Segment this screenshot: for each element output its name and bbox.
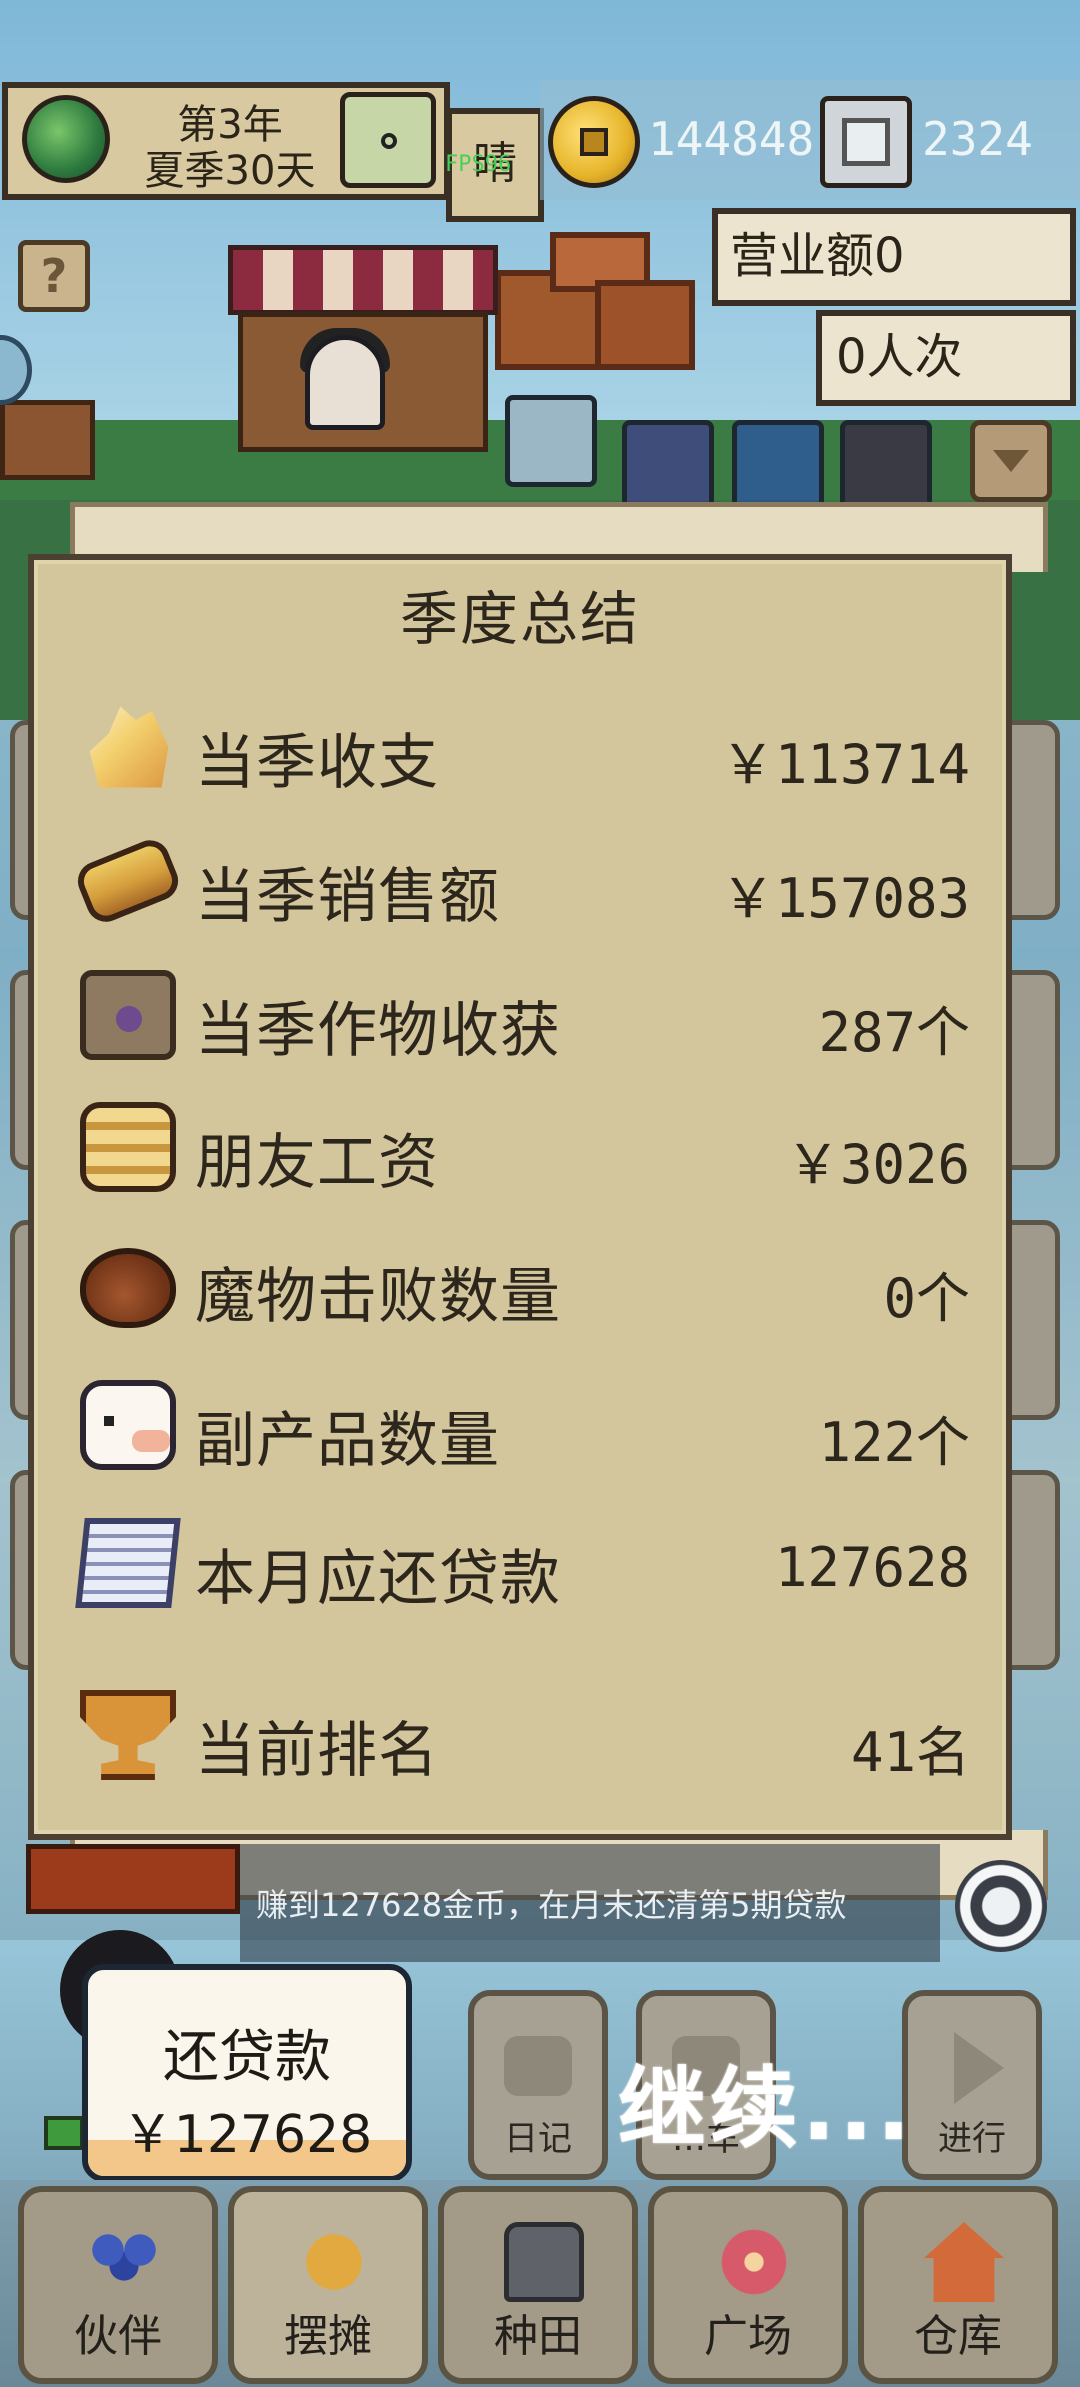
row-label: 本月应还贷款 (195, 1544, 561, 1614)
people-icon (84, 2222, 164, 2302)
row-label: 魔物击败数量 (195, 1262, 561, 1332)
nav-tab-plaza[interactable]: 广场 (648, 2186, 848, 2384)
row-label: 当季作物收获 (195, 996, 561, 1066)
item-slot[interactable] (840, 420, 932, 512)
status-indicator (44, 2116, 84, 2150)
stall-icon (294, 2222, 374, 2302)
nav-tab-partners[interactable]: 伙伴 (18, 2186, 218, 2384)
fps-counter: FPS96 (445, 152, 512, 177)
proceed-label: 进行 (938, 2119, 1006, 2159)
summary-row-rank: 当前排名 41名 (70, 1680, 970, 1790)
stall-awning (228, 245, 498, 315)
proceed-button[interactable]: 进行 (902, 1990, 1042, 2180)
nav-label: 广场 (704, 2311, 792, 2362)
row-value: 0个 (883, 1267, 970, 1330)
crystal-icon (89, 706, 169, 788)
row-value: ￥157083 (720, 867, 970, 930)
row-value: 122个 (818, 1411, 970, 1474)
shopkeeper-avatar[interactable] (305, 335, 385, 430)
nav-label: 种田 (494, 2311, 582, 2362)
nav-tab-farm[interactable]: 种田 (438, 2186, 638, 2384)
continue-prompt[interactable]: 继续... (618, 2038, 914, 2165)
row-value: ￥113714 (720, 733, 970, 796)
loot-pouch-icon (80, 1248, 176, 1328)
loan-card-title: 还贷款 (163, 2025, 331, 2090)
row-value: 287个 (818, 1001, 970, 1064)
seed-bag-icon (80, 970, 176, 1060)
row-value: 127628 (774, 1536, 970, 1599)
panel-title: 季度总结 (399, 585, 640, 653)
feed-tag (26, 1844, 240, 1914)
byproduct-icon (80, 1380, 176, 1470)
bread-icon (71, 834, 185, 928)
item-slot[interactable] (505, 395, 597, 487)
gold-coin-hole (580, 128, 608, 156)
house-icon (924, 2222, 1004, 2302)
row-label: 朋友工资 (195, 1128, 439, 1198)
loan-card-value: ￥127628 (121, 2105, 373, 2165)
trophy-icon (80, 1690, 176, 1780)
summary-row-monsters: 魔物击败数量 0个 (70, 1226, 970, 1336)
summary-row-balance: 当季收支 ￥113714 (70, 692, 970, 802)
chat-bubble-icon (504, 2036, 572, 2096)
side-ring-icon[interactable] (0, 335, 32, 405)
globe-icon[interactable] (22, 95, 110, 183)
row-label: 当前排名 (195, 1716, 439, 1786)
diary-label: 日记 (504, 2119, 572, 2159)
record-icon (381, 133, 397, 149)
revenue-label: 营业额0 (712, 208, 1076, 306)
row-label: 当季收支 (195, 728, 439, 798)
document-icon (75, 1518, 181, 1608)
record-button[interactable] (340, 92, 436, 188)
scroll-wage-icon (80, 1102, 176, 1192)
diary-button[interactable]: 日记 (468, 1990, 608, 2180)
crate (595, 280, 695, 370)
nav-label: 仓库 (914, 2311, 1002, 2362)
silver-token-inner (842, 118, 890, 166)
nav-label: 伙伴 (74, 2311, 162, 2362)
summary-row-sales: 当季销售额 ￥157083 (70, 826, 970, 936)
gear-icon[interactable] (955, 1860, 1047, 1952)
chevron-down-icon (993, 450, 1029, 472)
season-day-label: 夏季30天 (144, 148, 316, 194)
visits-label: 0人次 (816, 310, 1076, 406)
nav-label: 摆摊 (284, 2311, 372, 2362)
item-slot[interactable] (732, 420, 824, 512)
summary-row-harvest: 当季作物收获 287个 (70, 960, 970, 1070)
feed-message: 赚到127628金币，在月末还清第5期贷款 (256, 1886, 847, 1924)
gold-amount: 144848 (648, 112, 815, 166)
row-label: 当季销售额 (195, 862, 500, 932)
summary-row-byproducts: 副产品数量 122个 (70, 1370, 970, 1480)
watering-can-icon (504, 2222, 584, 2302)
item-slot[interactable] (622, 420, 714, 512)
summary-row-loan: 本月应还贷款 127628 (70, 1508, 970, 1618)
row-label: 副产品数量 (195, 1406, 500, 1476)
barrel (0, 400, 95, 480)
collapse-button[interactable] (970, 420, 1052, 502)
silver-amount: 2324 (922, 112, 1033, 166)
nav-tab-warehouse[interactable]: 仓库 (858, 2186, 1058, 2384)
row-value: 41名 (850, 1721, 970, 1784)
help-button[interactable]: ? (18, 240, 90, 312)
row-value: ￥3026 (785, 1133, 970, 1196)
nav-tab-stall[interactable]: 摆摊 (228, 2186, 428, 2384)
flower-icon (714, 2222, 794, 2302)
summary-row-wages: 朋友工资 ￥3026 (70, 1092, 970, 1202)
play-icon (954, 2032, 1004, 2104)
